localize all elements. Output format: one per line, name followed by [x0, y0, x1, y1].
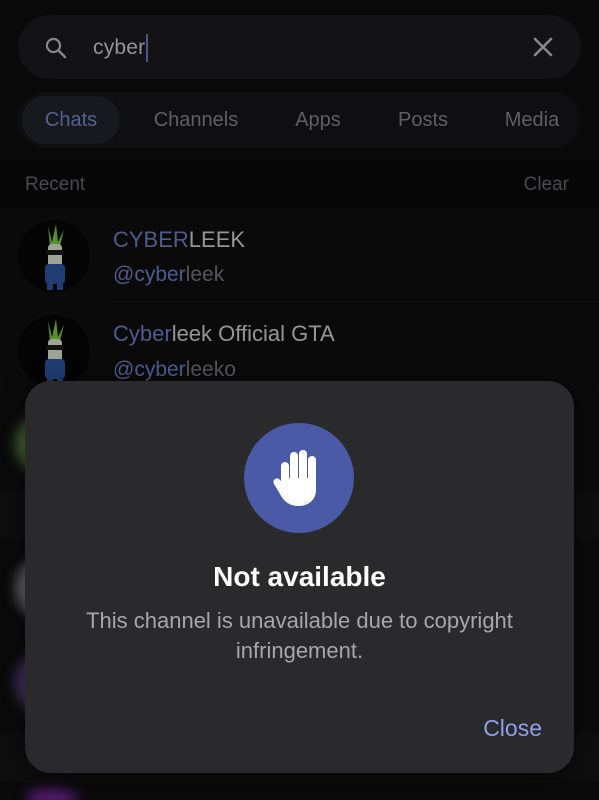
hand-stop-icon — [244, 423, 354, 533]
close-button[interactable]: Close — [483, 715, 542, 742]
not-available-dialog: Not available This channel is unavailabl… — [25, 381, 574, 773]
dialog-message: This channel is unavailable due to copyr… — [86, 608, 513, 663]
dialog-title: Not available — [213, 561, 386, 592]
